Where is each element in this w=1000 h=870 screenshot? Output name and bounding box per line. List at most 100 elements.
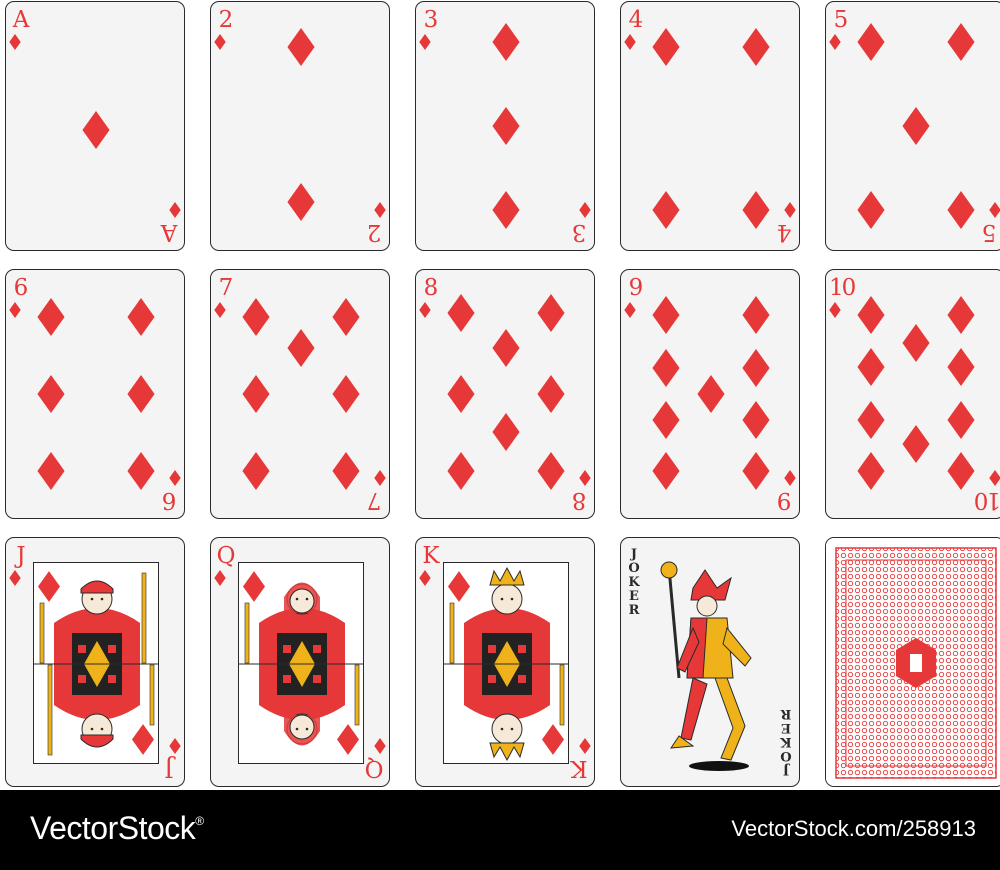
face-diamond-icon [38,571,60,602]
face-diamond-icon [132,724,154,755]
trademark-mark: ® [195,814,204,828]
rank-label: 2 [368,219,382,245]
pip-diamond-icon [490,413,522,451]
diamond-icon [242,375,270,413]
diamond-icon [742,296,770,334]
diamond-icon [537,294,565,332]
diamond-icon [337,724,359,755]
pip-diamond-icon [855,348,887,386]
pip-diamond-icon [695,375,727,413]
diamond-icon [214,570,226,586]
index-top-left: 4 [624,9,646,50]
diamond-icon [447,294,475,332]
diamond-icon [742,28,770,66]
rank-label: 2 [218,7,234,33]
diamond-icon [697,375,725,413]
rank-label: K [422,543,439,569]
rank-label: 5 [983,219,997,245]
diamond-icon [169,470,181,486]
diamond-icon [902,107,930,145]
index-top-left: A [9,9,31,50]
pip-diamond-icon [740,296,772,334]
diamond-icon [624,302,636,318]
diamond-icon [448,571,470,602]
pip-diamond-icon [945,191,977,229]
pip-diamond-icon [285,329,317,367]
rank-label: 6 [163,487,177,513]
diamond-icon [857,23,885,61]
pip-diamond-icon [35,298,67,336]
diamond-icon [829,302,841,318]
card-4-of-diamonds: 44 [620,1,800,251]
pip-diamond-icon [740,28,772,66]
diamond-icon [742,349,770,387]
pip-diamond-icon [125,452,157,490]
rank-label: 7 [218,275,234,301]
card-j-of-diamonds: JJ [5,537,185,787]
diamond-icon [857,191,885,229]
diamond-icon [9,302,21,318]
diamond-icon [902,425,930,463]
diamond-icon [492,23,520,61]
rank-label: A [162,219,178,245]
index-bottom-right: 10 [976,470,1000,513]
index-top-left: 10 [829,277,856,318]
diamond-icon [652,452,680,490]
index-top-left: Q [214,545,236,586]
diamond-icon [652,296,680,334]
rank-label: 7 [368,487,382,513]
pip-diamond-icon [650,401,682,439]
pip-diamond-icon [855,401,887,439]
diamond-icon [829,34,841,50]
pip-diamond-icon [740,401,772,439]
rank-label: A [12,7,30,33]
diamond-icon [989,202,1000,218]
diamond-icon [652,28,680,66]
diamond-icon [169,738,181,754]
pip-diamond-icon [740,191,772,229]
rank-label: J [166,755,174,781]
diamond-icon [37,452,65,490]
diamond-icon [419,302,431,318]
diamond-icon [447,375,475,413]
rank-label: 3 [573,219,587,245]
diamond-icon [332,298,360,336]
pip-diamond-icon [35,452,67,490]
diamond-icon [242,452,270,490]
index-top-left: 3 [419,9,441,50]
diamond-icon [947,296,975,334]
diamond-icon [37,375,65,413]
rank-label: J [16,543,25,569]
brand-logo: VectorStock® [30,810,204,847]
diamond-icon [947,401,975,439]
face-diamond-icon [337,724,359,755]
rank-label: 9 [778,487,792,513]
pip-diamond-icon [945,23,977,61]
pip-diamond-icon [445,375,477,413]
diamond-icon [447,452,475,490]
diamond-icon [857,296,885,334]
rank-label: Q [216,543,236,569]
pip-diamond-icon [240,452,272,490]
rank-label: K [572,755,588,781]
pip-diamond-icon [490,107,522,145]
card-3-of-diamonds: 33 [415,1,595,251]
diamond-icon [127,452,155,490]
pip-diamond-icon [650,296,682,334]
diamond-icon [492,329,520,367]
diamond-icon [374,202,386,218]
pip-diamond-icon [900,107,932,145]
joker-label-top: JOKER [628,547,640,618]
diamond-icon [242,298,270,336]
diamond-icon [214,34,226,50]
card-k-of-diamonds: KK [415,537,595,787]
diamond-icon [989,470,1000,486]
card-5-of-diamonds: 55 [825,1,1000,251]
card-back-pattern-icon [826,538,1000,786]
pip-diamond-icon [490,329,522,367]
index-bottom-right: 5 [979,202,1000,245]
diamond-icon [857,348,885,386]
index-top-left: 8 [419,277,441,318]
card-8-of-diamonds: 88 [415,269,595,519]
diamond-icon [652,349,680,387]
